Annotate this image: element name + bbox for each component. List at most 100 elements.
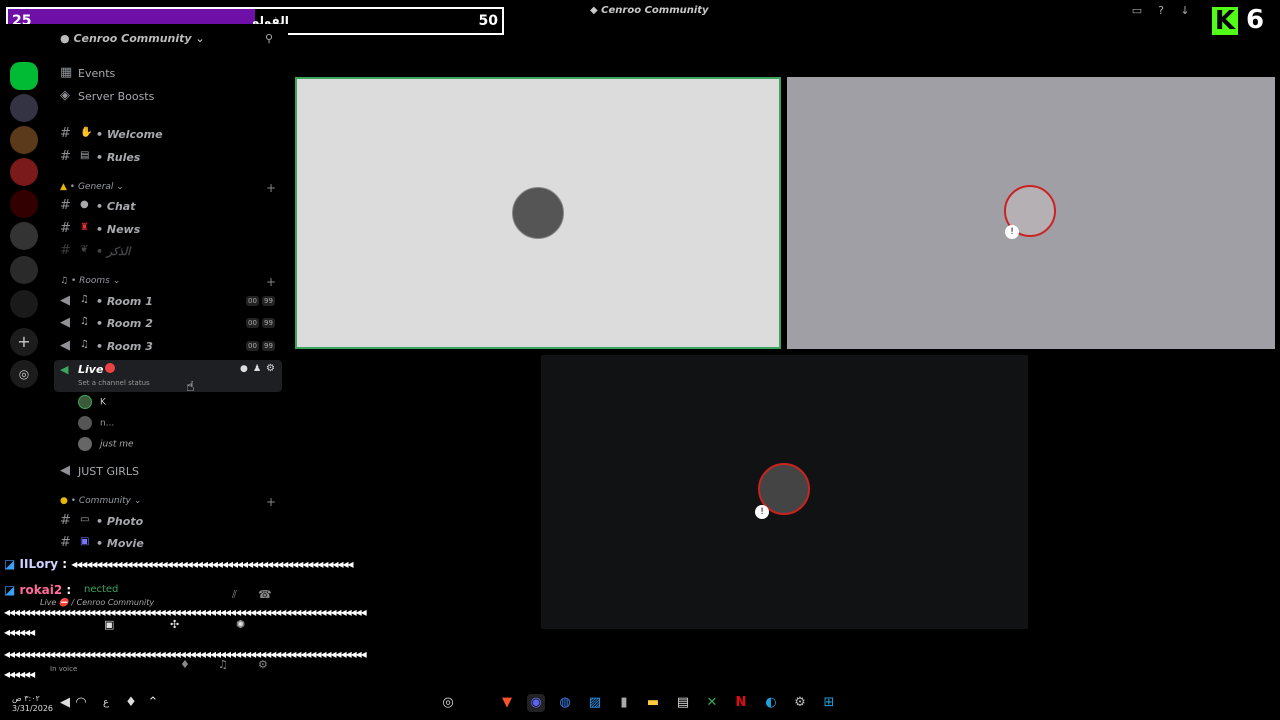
gear-icon[interactable]: ⚙	[266, 363, 275, 374]
room-1-count: 00	[246, 296, 259, 306]
help-icon[interactable]: ?	[1154, 4, 1168, 18]
hash-icon: #	[60, 243, 71, 258]
channel-rules[interactable]: # ▤ • Rules	[56, 148, 282, 168]
invite-icon[interactable]: ♟	[253, 364, 261, 374]
deafened-icon: !	[1005, 225, 1019, 239]
chevron-up-icon[interactable]: ⌃	[144, 694, 162, 712]
chat-icon[interactable]: ●	[240, 364, 248, 374]
brave-icon[interactable]: ▼	[498, 694, 516, 712]
add-server-icon[interactable]: +	[10, 328, 38, 356]
inbox-icon[interactable]: ▭	[1130, 4, 1144, 18]
server-name[interactable]: ● Cenroo Community ⌄	[60, 32, 205, 45]
server-icon-4[interactable]	[10, 158, 38, 186]
voice-channel-live[interactable]: ◀ Live Set a channel status ● ♟ ⚙	[54, 360, 282, 392]
in-voice-text: In voice	[50, 665, 78, 673]
sidebar-item-events[interactable]: ▦ Events	[56, 64, 282, 84]
calendar-icon: ▦	[60, 65, 73, 80]
server-icon-5[interactable]	[10, 190, 38, 218]
xbox-icon[interactable]: ✕	[703, 694, 721, 712]
discord-icon[interactable]: ◉	[527, 694, 545, 712]
channel-photo-label: Photo	[106, 515, 144, 528]
category-rooms[interactable]: ♫ • Rooms ⌄	[60, 276, 120, 286]
settings-icon[interactable]: ⚙	[791, 694, 809, 712]
add-channel-rooms-button[interactable]: +	[266, 275, 276, 289]
window-title-text: Cenroo Community	[601, 5, 709, 16]
voice-status: nected	[84, 584, 119, 595]
channel-welcome[interactable]: # ✋ • Welcome	[56, 125, 282, 145]
voice-just-girls[interactable]: ◀ JUST GIRLS	[56, 462, 282, 482]
edge-icon[interactable]: ◐	[762, 694, 780, 712]
video-tile-speaking[interactable]	[295, 77, 781, 349]
file-explorer-icon[interactable]: ▬	[644, 694, 662, 712]
language-indicator[interactable]: ع	[97, 694, 115, 712]
chat-spam-line: ◂◂◂◂◂◂◂◂◂◂◂◂◂◂◂◂◂◂◂◂◂◂◂◂◂◂◂◂◂◂◂◂◂◂◂◂◂◂◂◂…	[4, 605, 367, 619]
channel-dhikr[interactable]: # ❦ • الذكر	[56, 242, 282, 262]
chat-username: IILory	[19, 557, 59, 571]
download-icon[interactable]: ↓	[1178, 4, 1192, 18]
store-icon[interactable]: ▤	[674, 694, 692, 712]
disconnect-icon[interactable]: ☎	[258, 588, 272, 601]
kick-logo: K	[1212, 7, 1238, 35]
explore-servers-icon[interactable]: ◎	[10, 360, 38, 388]
server-icon-8[interactable]	[10, 290, 38, 318]
video-tile[interactable]: !	[787, 77, 1275, 349]
follower-goal: 50	[478, 13, 498, 29]
wifi-icon[interactable]: ◠	[72, 694, 90, 712]
voice-user-name: K	[100, 397, 106, 408]
server-icon-6[interactable]	[10, 222, 38, 250]
voice-user[interactable]: K	[78, 395, 106, 409]
start-icon[interactable]: ⊞	[820, 694, 838, 712]
hash-icon: #	[60, 535, 71, 550]
room-2-label: Room 2	[106, 317, 153, 330]
obs-icon[interactable]: ◎	[439, 694, 457, 712]
server-icon-3[interactable]	[10, 126, 38, 154]
channel-status-placeholder[interactable]: Set a channel status	[78, 379, 150, 387]
hash-icon: #	[60, 198, 71, 213]
server-icon-1[interactable]	[10, 62, 38, 90]
server-name-text: Cenroo Community	[73, 32, 192, 45]
app-root: ◆ Cenroo Community ▭ ? ↓ 25 الفولو 50 K …	[0, 0, 1280, 720]
voice-room-2[interactable]: ◀ ♫ • Room 2 00 99	[56, 314, 282, 334]
live-channel-label: Live	[78, 363, 104, 376]
voice-user[interactable]: just me	[78, 437, 134, 451]
hash-icon: #	[60, 126, 71, 141]
photos-icon[interactable]: ▨	[586, 694, 604, 712]
video-tile[interactable]: !	[541, 355, 1028, 629]
activity-icon[interactable]: ✣	[170, 618, 179, 631]
channel-chat-label: Chat	[106, 200, 136, 213]
chat-message: ◂◂◂◂◂◂◂◂◂◂◂◂◂◂◂◂◂◂◂◂◂◂◂◂◂◂◂◂◂◂◂◂◂◂◂◂◂◂◂◂…	[4, 605, 367, 619]
category-community[interactable]: ● • Community ⌄	[60, 496, 141, 506]
channel-chat[interactable]: # ● • Chat	[56, 197, 282, 217]
hash-icon: #	[60, 513, 71, 528]
avatar	[78, 395, 92, 409]
camera-icon[interactable]: ▣	[104, 618, 114, 631]
clock-date: 3/31/2026	[12, 704, 54, 713]
netflix-icon[interactable]: N	[732, 694, 750, 712]
channel-movie[interactable]: # ▣ • Movie	[56, 534, 282, 554]
add-member-icon[interactable]: ⚲	[265, 32, 273, 45]
soundboard-icon[interactable]: ✺	[236, 618, 245, 631]
category-general[interactable]: ▲ • General ⌄	[60, 182, 124, 192]
brand-number: 6	[1246, 5, 1265, 35]
sidebar-item-server-boosts[interactable]: ◈ Server Boosts	[56, 87, 282, 107]
app-icon[interactable]: ▮	[615, 694, 633, 712]
chrome-icon[interactable]: ◍	[556, 694, 574, 712]
channel-photo[interactable]: # ▭ • Photo	[56, 512, 282, 532]
news-icon: ♜	[80, 222, 89, 233]
add-channel-community-button[interactable]: +	[266, 495, 276, 509]
add-channel-general-button[interactable]: +	[266, 181, 276, 195]
server-icon-cenroo[interactable]	[10, 94, 38, 122]
voice-user-name: just me	[100, 439, 134, 450]
room-2-count: 00	[246, 318, 259, 328]
microphone-icon[interactable]: ♦	[122, 694, 140, 712]
voice-user[interactable]: n...	[78, 416, 114, 430]
voice-room-3[interactable]: ◀ ♫ • Room 3 00 99	[56, 337, 282, 357]
noise-suppression-icon[interactable]: ⫽	[232, 588, 237, 602]
server-boosts-label: Server Boosts	[78, 90, 155, 103]
avatar	[78, 416, 92, 430]
channel-news[interactable]: # ♜ • News	[56, 220, 282, 240]
clock[interactable]: ٣:٠٢ ص 3/31/2026	[12, 694, 53, 714]
chat-spam-line: ◂◂◂◂◂◂	[4, 625, 35, 639]
voice-room-1[interactable]: ◀ ♫ • Room 1 00 99	[56, 292, 282, 312]
server-folder-icon[interactable]	[10, 256, 38, 284]
